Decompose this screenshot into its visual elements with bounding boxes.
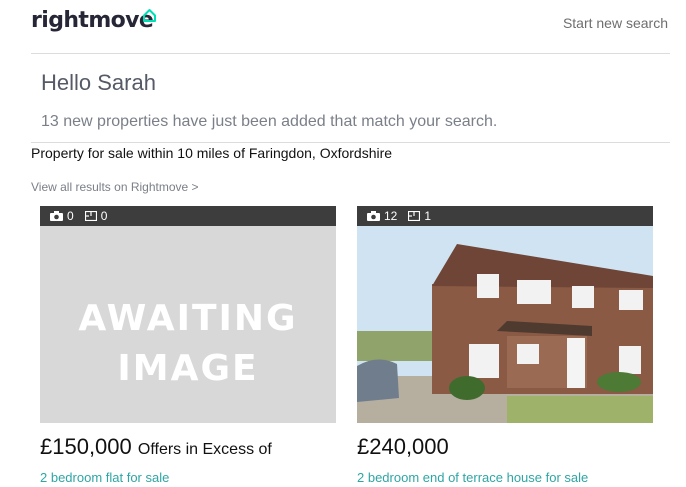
photo-count: 0 [67,209,74,223]
price-value: £150,000 [40,434,132,459]
header-divider [31,53,670,54]
house-icon [143,9,156,22]
listing-price: £150,000 Offers in Excess of [40,434,272,460]
photo-count: 12 [384,209,398,223]
property-type-link[interactable]: 2 bedroom end of terrace house for sale [357,470,588,485]
floorplan-count: 0 [100,209,108,223]
section-divider [31,142,670,143]
listing-price: £240,000 [357,434,449,460]
greeting-intro: 13 new properties have just been added t… [41,113,498,130]
house-illustration [357,226,653,423]
camera-icon [50,211,63,221]
floorplan-icon [84,211,97,221]
placeholder-line-1: AWAITING [78,298,298,339]
greeting-heading: Hello Sarah [41,70,156,95]
view-all-results-link[interactable]: View all results on Rightmove > [31,180,199,194]
floorplan-icon [408,211,421,221]
placeholder-line-2: IMAGE [117,348,259,389]
search-criteria: Property for sale within 10 miles of Far… [31,145,393,161]
listing-card[interactable]: 0 0 AWAITING IMAGE £150,000 Offers in Ex… [40,206,336,485]
media-count-bar: 0 0 [40,206,336,226]
property-type-link[interactable]: 2 bedroom flat for sale [40,470,169,485]
media-count-bar: 12 1 [357,206,653,226]
camera-icon [367,211,380,221]
floorplan-count: 1 [424,209,432,223]
price-qualifier: Offers in Excess of [137,441,272,458]
start-new-search-link[interactable]: Start new search [563,15,668,31]
rightmove-logo[interactable]: rightmove [31,8,154,33]
listing-card[interactable]: 12 1 £240,000 2 bedroom end of terrace h… [357,206,653,485]
awaiting-image-placeholder[interactable]: AWAITING IMAGE [40,226,336,423]
house-photo[interactable] [357,226,653,423]
price-value: £240,000 [357,434,449,459]
